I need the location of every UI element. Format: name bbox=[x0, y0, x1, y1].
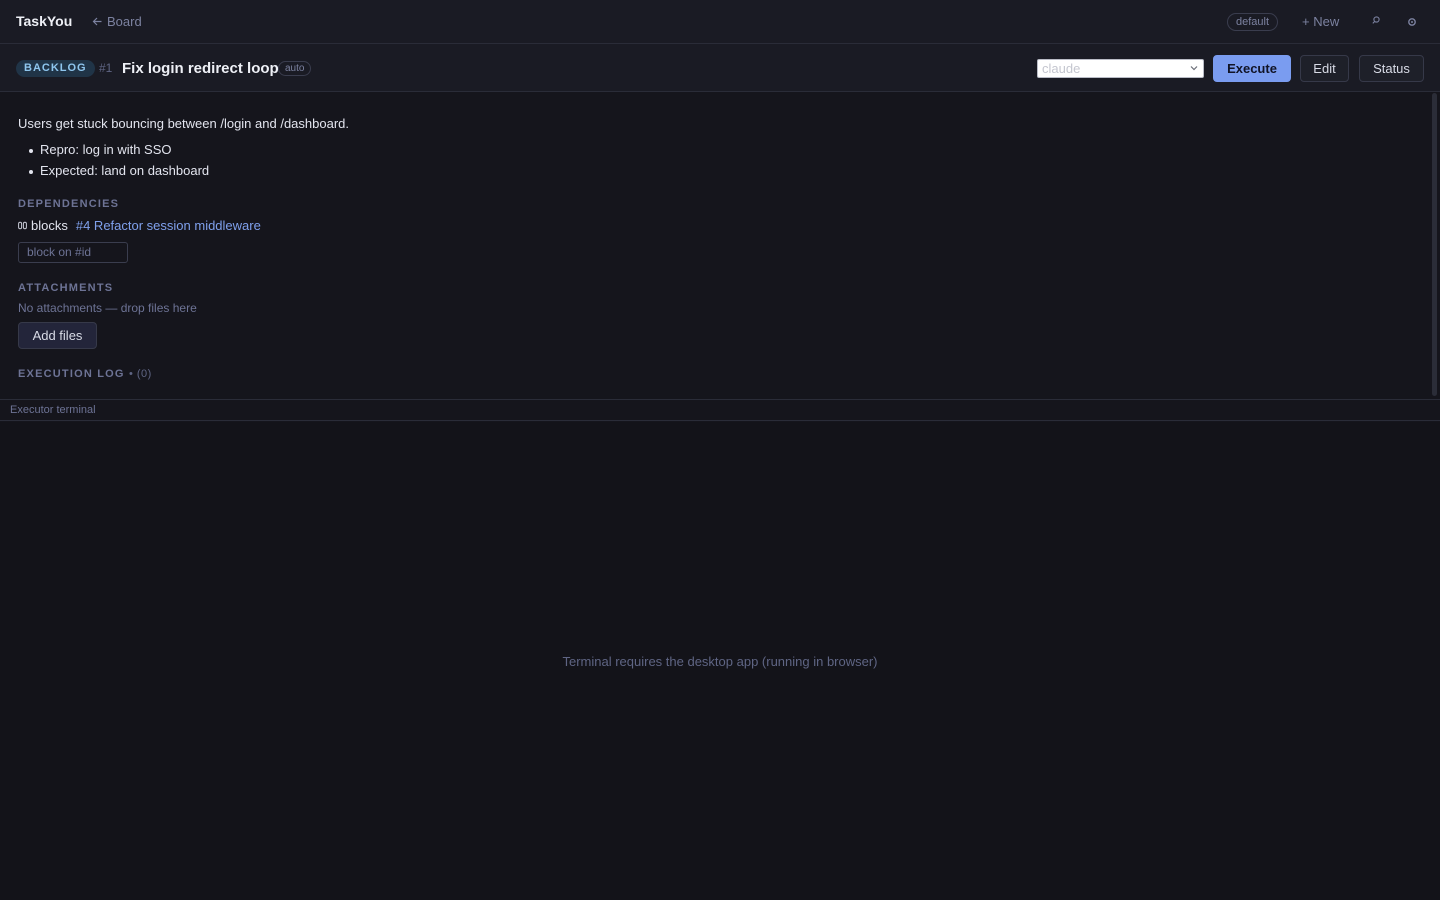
search-icon[interactable] bbox=[1370, 14, 1382, 28]
task-title: Fix login redirect loop bbox=[122, 60, 279, 77]
dependency-row: blocks #4 Refactor session middleware bbox=[18, 218, 261, 233]
task-description: Users get stuck bouncing between /login … bbox=[18, 116, 349, 131]
execution-log-header[interactable]: EXECUTION LOG • (0) bbox=[18, 368, 152, 380]
task-id: #1 bbox=[99, 61, 113, 75]
toggle-dot-icon: • bbox=[128, 368, 137, 380]
back-to-board-link[interactable]: Board bbox=[92, 14, 142, 29]
attachments-heading: ATTACHMENTS bbox=[18, 282, 114, 294]
terminal-area[interactable]: Terminal requires the desktop app (runni… bbox=[0, 422, 1440, 900]
back-link-label: Board bbox=[107, 14, 142, 29]
detail-scrollbar[interactable] bbox=[1432, 93, 1437, 396]
block-on-input[interactable]: block on #id bbox=[18, 242, 128, 263]
arrow-left-icon bbox=[92, 17, 102, 26]
gear-icon[interactable] bbox=[1406, 16, 1418, 28]
link-icon bbox=[18, 221, 27, 230]
chevron-down-icon bbox=[1190, 66, 1198, 71]
new-task-button[interactable]: + New bbox=[1302, 14, 1339, 29]
dependency-relation: blocks bbox=[31, 218, 68, 233]
execution-log-count: (0) bbox=[136, 368, 152, 380]
execution-log-heading: EXECUTION LOG bbox=[18, 368, 125, 380]
description-bullet: Expected: land on dashboard bbox=[28, 163, 210, 178]
task-detail-panel: Users get stuck bouncing between /login … bbox=[0, 93, 1440, 399]
terminal-label: Executor terminal bbox=[10, 404, 96, 416]
terminal-header: Executor terminal bbox=[0, 399, 1440, 421]
execute-button[interactable]: Execute bbox=[1213, 55, 1291, 82]
terminal-message: Terminal requires the desktop app (runni… bbox=[562, 654, 878, 669]
dependencies-heading: DEPENDENCIES bbox=[18, 198, 120, 210]
edit-button[interactable]: Edit bbox=[1300, 55, 1349, 82]
task-header: BACKLOG #1 Fix login redirect loop auto … bbox=[0, 44, 1440, 92]
new-task-label: New bbox=[1313, 14, 1340, 29]
status-badge: BACKLOG bbox=[16, 60, 95, 77]
top-bar: TaskYou Board default + New bbox=[0, 0, 1440, 44]
app-title: TaskYou bbox=[16, 13, 73, 29]
add-files-button[interactable]: Add files bbox=[18, 322, 97, 349]
workspace-badge[interactable]: default bbox=[1227, 13, 1279, 31]
dependency-link[interactable]: #4 Refactor session middleware bbox=[76, 218, 261, 233]
executor-select[interactable]: claude bbox=[1037, 59, 1204, 78]
attachments-empty-text: No attachments — drop files here bbox=[18, 301, 197, 315]
mode-badge: auto bbox=[278, 61, 312, 76]
plus-icon: + bbox=[1302, 14, 1310, 29]
status-button[interactable]: Status bbox=[1359, 55, 1424, 82]
executor-select-value: claude bbox=[1042, 61, 1081, 76]
description-bullet: Repro: log in with SSO bbox=[29, 142, 172, 157]
